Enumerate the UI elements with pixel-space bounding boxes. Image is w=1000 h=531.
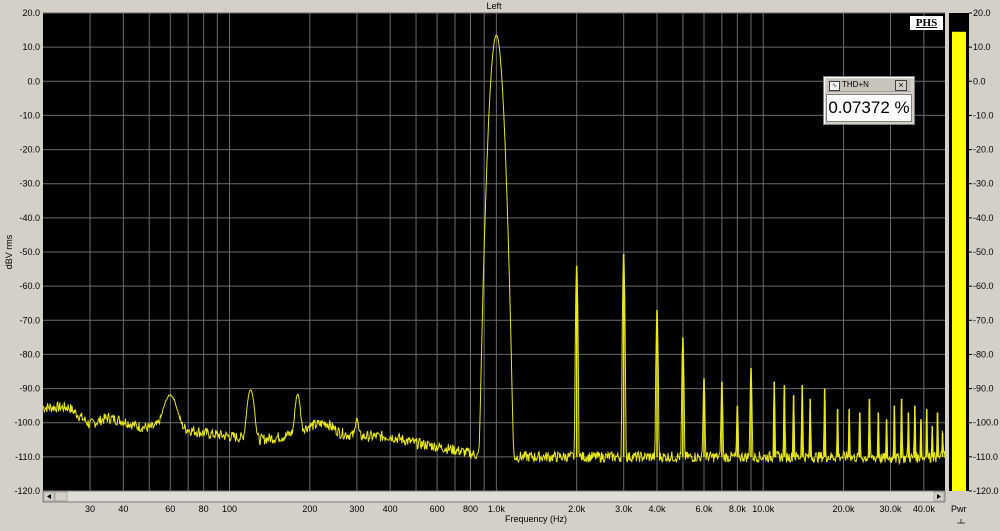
phs-label: PHS (910, 16, 943, 30)
meter-tick-label: -50.0 (973, 247, 994, 257)
power-meter-bar (952, 31, 966, 492)
thd-widget-titlebar[interactable]: ∿ THD+N × (827, 79, 911, 92)
x-tick-label: 800 (463, 504, 478, 514)
meter-tick-label: -110.0 (973, 452, 998, 462)
x-tick-label: 80 (199, 504, 209, 514)
meter-tick-label: -70.0 (973, 315, 994, 325)
x-tick-label: 2.0k (568, 504, 586, 514)
x-tick-label: 8.0k (729, 504, 747, 514)
x-tick-label: 40.0k (913, 504, 936, 514)
meter-tick-label: -80.0 (973, 349, 994, 359)
meter-tick-label: 0.0 (973, 76, 986, 86)
meter-tick-label: -60.0 (973, 281, 994, 291)
x-tick-label: 40 (118, 504, 128, 514)
meter-tick-label: -20.0 (973, 145, 994, 155)
meter-tick-label: 20.0 (973, 8, 991, 18)
x-tick-label: 100 (222, 504, 237, 514)
x-tick-label: 6.0k (696, 504, 714, 514)
y-axis-label: dBV rms (4, 234, 14, 269)
meter-tick-label: -90.0 (973, 384, 994, 394)
meter-tick-label: -10.0 (973, 110, 994, 120)
x-tick-label: 10.0k (752, 504, 775, 514)
x-tick-label: 30 (85, 504, 95, 514)
y-tick-label: -60.0 (19, 281, 40, 291)
y-tick-label: 10.0 (22, 42, 40, 52)
close-icon[interactable]: × (895, 80, 907, 91)
thd-value: 0.07372 % (826, 94, 912, 122)
horizontal-scrollbar[interactable] (42, 490, 946, 503)
x-tick-label: 300 (349, 504, 364, 514)
analyzer-window: 20.0 10.0 0.0 -10.0 -20.0 -30.0 -40.0 -50.0 -60.… (0, 0, 1000, 526)
y-tick-label: -40.0 (19, 213, 40, 223)
resize-grip-icon[interactable] (955, 513, 967, 525)
y-tick-label: 20.0 (22, 8, 40, 18)
y-tick-label: -110.0 (15, 452, 40, 462)
meter-tick-label: -120.0 (973, 486, 999, 496)
meter-icon[interactable]: ∿ (829, 81, 840, 91)
x-tick-label: 1.0k (488, 504, 506, 514)
y-tick-label: -10.0 (19, 110, 40, 120)
y-tick-label: -20.0 (19, 145, 40, 155)
meter-tick-label: 10.0 (973, 42, 991, 52)
y-tick-label: -90.0 (19, 384, 40, 394)
x-tick-label: 3.0k (615, 504, 633, 514)
x-axis-label: Frequency (Hz) (505, 514, 567, 524)
thd-widget-title: THD+N (842, 80, 869, 89)
y-tick-label: -80.0 (19, 349, 40, 359)
y-tick-label: -70.0 (19, 315, 40, 325)
scroll-thumb[interactable] (54, 491, 68, 502)
y-tick-label: 0.0 (27, 76, 40, 86)
y-tick-label: -100.0 (14, 418, 40, 428)
thd-meter-widget[interactable]: ∿ THD+N × 0.07372 % (823, 76, 915, 125)
meter-tick-label: -30.0 (973, 179, 994, 189)
x-tick-label: 600 (430, 504, 445, 514)
x-tick-label: 60 (165, 504, 175, 514)
x-tick-label: 200 (302, 504, 317, 514)
y-tick-label: -120.0 (14, 486, 40, 496)
x-tick-label: 400 (383, 504, 398, 514)
y-tick-label: -50.0 (19, 247, 40, 257)
meter-tick-label: -40.0 (973, 213, 994, 223)
y-tick-label: -30.0 (19, 179, 40, 189)
x-tick-label: 20.0k (833, 504, 856, 514)
channel-title: Left (486, 1, 502, 11)
x-tick-label: 4.0k (649, 504, 667, 514)
x-tick-label: 30.0k (880, 504, 903, 514)
meter-tick-label: -100.0 (973, 418, 999, 428)
